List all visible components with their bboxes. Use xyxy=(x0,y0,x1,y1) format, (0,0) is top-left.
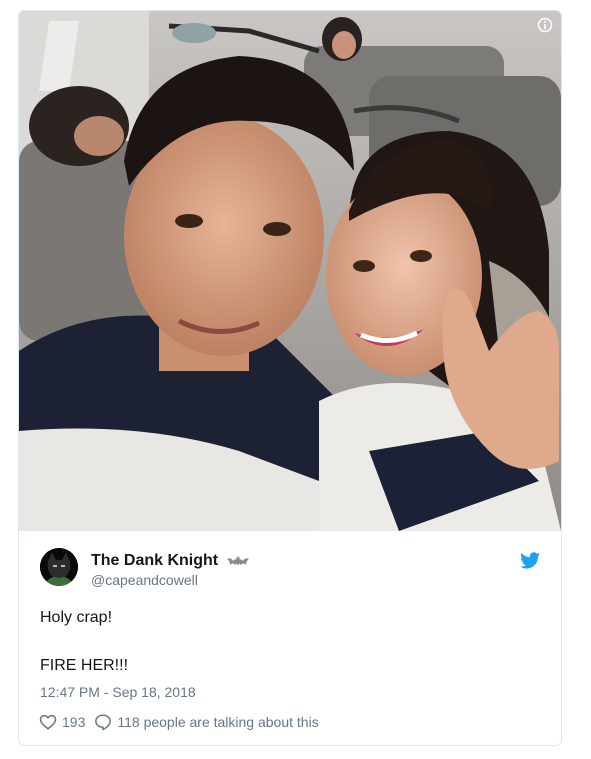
tweet-timestamp[interactable]: 12:47 PM - Sep 18, 2018 xyxy=(40,684,196,700)
tweet-text-line-2: FIRE HER!!! xyxy=(40,657,129,674)
tweet-header: The Dank Knight @capeandcowell xyxy=(40,548,540,588)
comment-icon xyxy=(95,714,112,731)
twitter-bird-icon[interactable] xyxy=(520,552,540,569)
reply-button[interactable]: 118 people are talking about this xyxy=(94,713,319,731)
bat-icon xyxy=(226,555,249,566)
display-name[interactable]: The Dank Knight xyxy=(91,552,249,570)
tweet-card[interactable]: The Dank Knight @capeandcowell Holy crap… xyxy=(18,10,562,746)
replies-text: 118 people are talking about this xyxy=(117,714,319,730)
info-icon[interactable] xyxy=(537,17,553,33)
tweet-photo[interactable] xyxy=(19,11,561,531)
avatar[interactable] xyxy=(40,548,78,586)
user-handle[interactable]: @capeandcowell xyxy=(91,572,198,588)
display-name-text[interactable]: The Dank Knight xyxy=(91,552,218,569)
tweet-actions: 193 118 people are talking about this xyxy=(39,712,328,732)
like-button[interactable]: 193 xyxy=(39,713,85,731)
like-count: 193 xyxy=(62,714,86,730)
tweet-text-line-1: Holy crap! xyxy=(40,609,113,626)
heart-icon xyxy=(39,714,57,730)
